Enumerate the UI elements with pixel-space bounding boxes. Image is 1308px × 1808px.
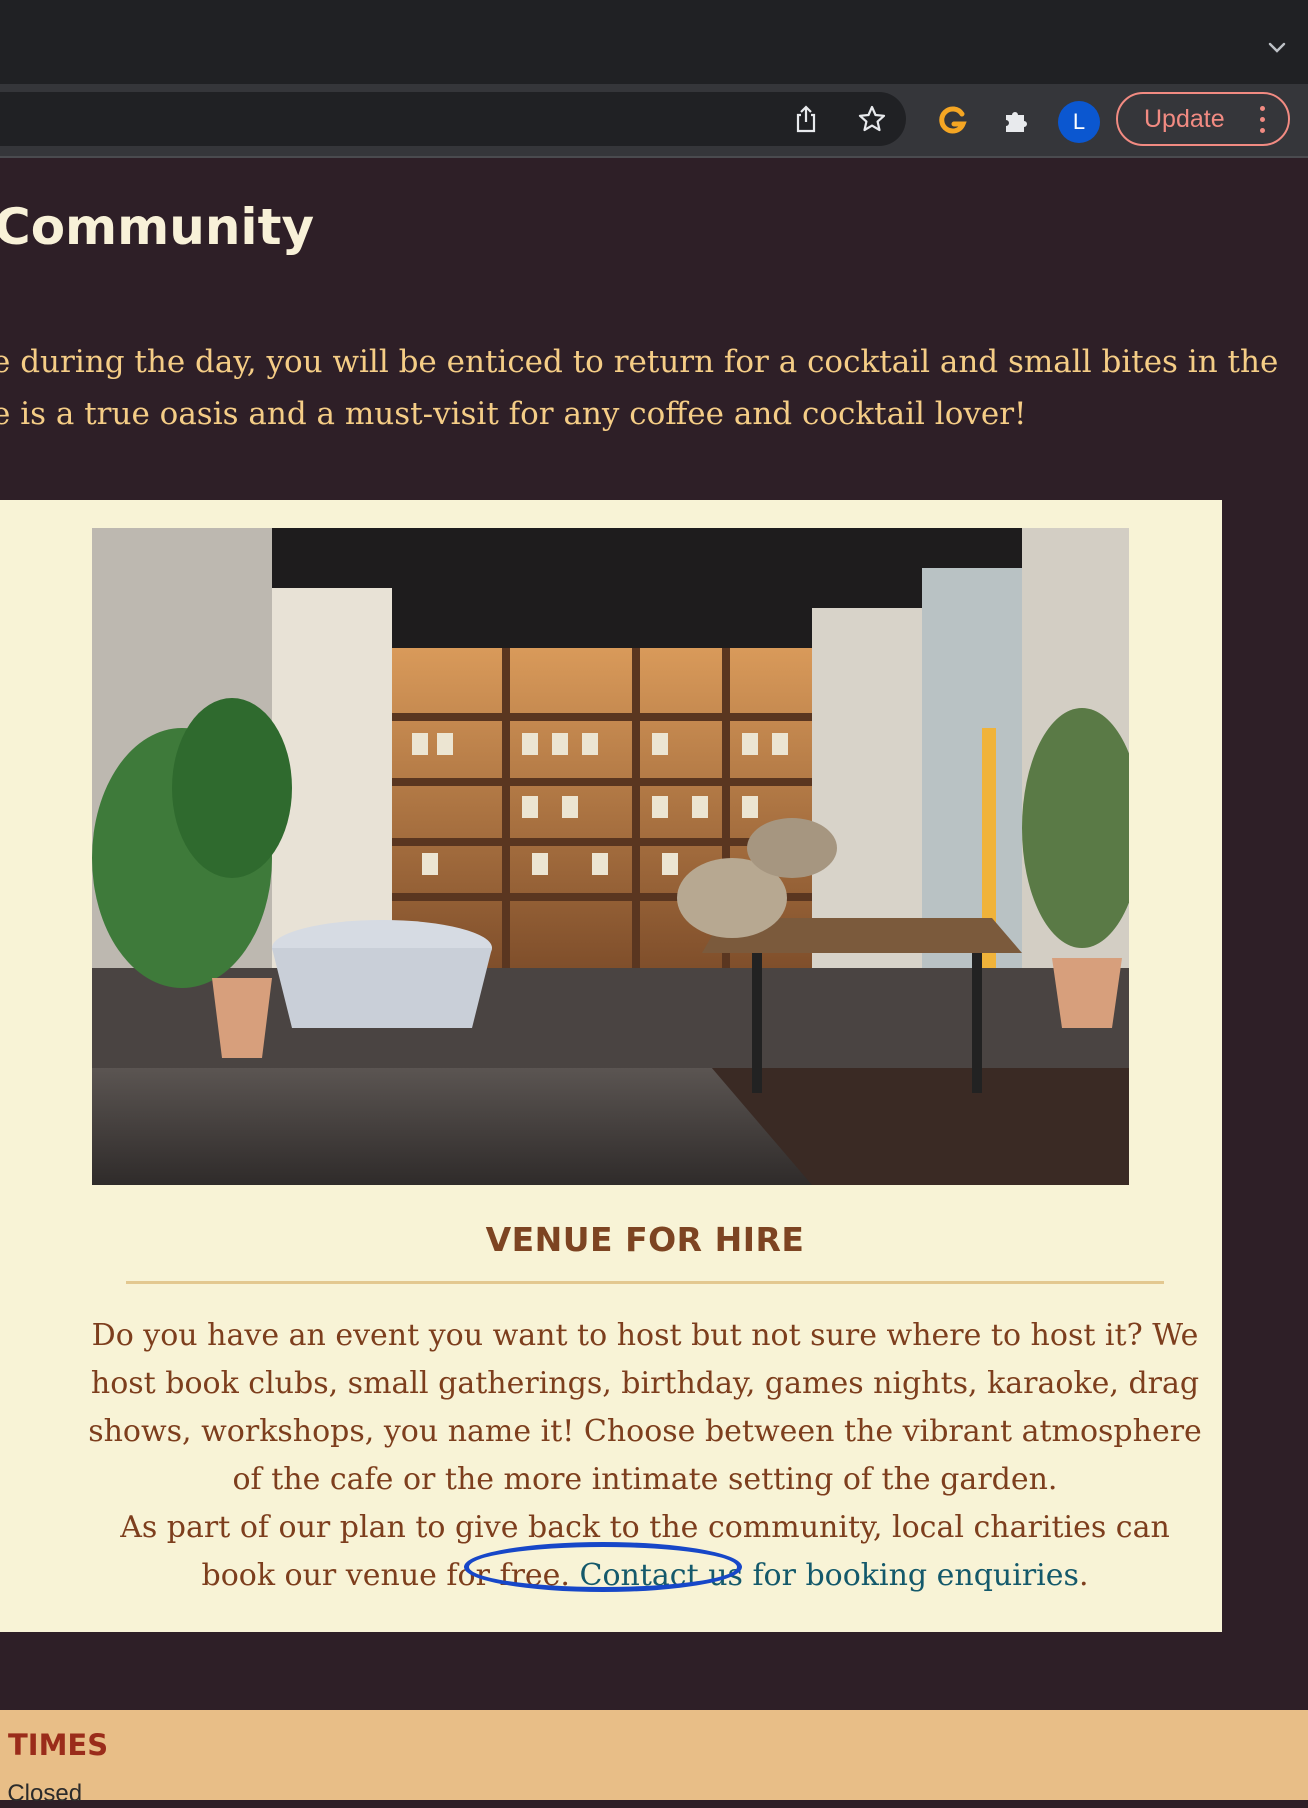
extensions-icon[interactable] [1000, 104, 1032, 136]
opening-times-section: TIMES s: Closed [0, 1710, 1308, 1807]
update-label: Update [1144, 104, 1225, 133]
opening-times-line: s: Closed [0, 1780, 83, 1807]
address-bar[interactable] [0, 92, 906, 146]
intro-line-1: e during the day, you will be enticed to… [0, 344, 1279, 380]
profile-avatar[interactable]: L [1058, 101, 1100, 143]
contact-us-link[interactable]: Contact us for booking enquiries [580, 1558, 1079, 1593]
star-icon[interactable] [856, 103, 888, 135]
opening-times-title: TIMES [8, 1728, 109, 1762]
venue-paragraph-2-end: . [1078, 1558, 1089, 1593]
intro-line-2: e is a true oasis and a must-visit for a… [0, 396, 1027, 432]
cafe-interior-image [92, 528, 1129, 1185]
intro-text: e during the day, you will be enticed to… [0, 336, 1308, 440]
grammarly-icon[interactable] [936, 104, 968, 136]
venue-paragraph-2: As part of our plan to give back to the … [80, 1504, 1210, 1600]
browser-tab-strip [0, 0, 1308, 84]
venue-paragraph-1: Do you have an event you want to host bu… [88, 1318, 1202, 1497]
venue-photo [92, 528, 1129, 1185]
venue-title: VENUE FOR HIRE [485, 1220, 805, 1259]
update-button[interactable]: Update [1116, 92, 1290, 146]
venue-description: Do you have an event you want to host bu… [0, 1312, 1290, 1600]
venue-card: VENUE FOR HIRE Do you have an event you … [0, 500, 1222, 1632]
title-divider [126, 1281, 1164, 1284]
page-heading: Community [0, 198, 315, 256]
browser-toolbar: L Update [0, 84, 1308, 158]
chevron-down-icon[interactable] [1266, 36, 1288, 58]
menu-icon[interactable] [1260, 106, 1266, 134]
share-icon[interactable] [790, 103, 822, 135]
